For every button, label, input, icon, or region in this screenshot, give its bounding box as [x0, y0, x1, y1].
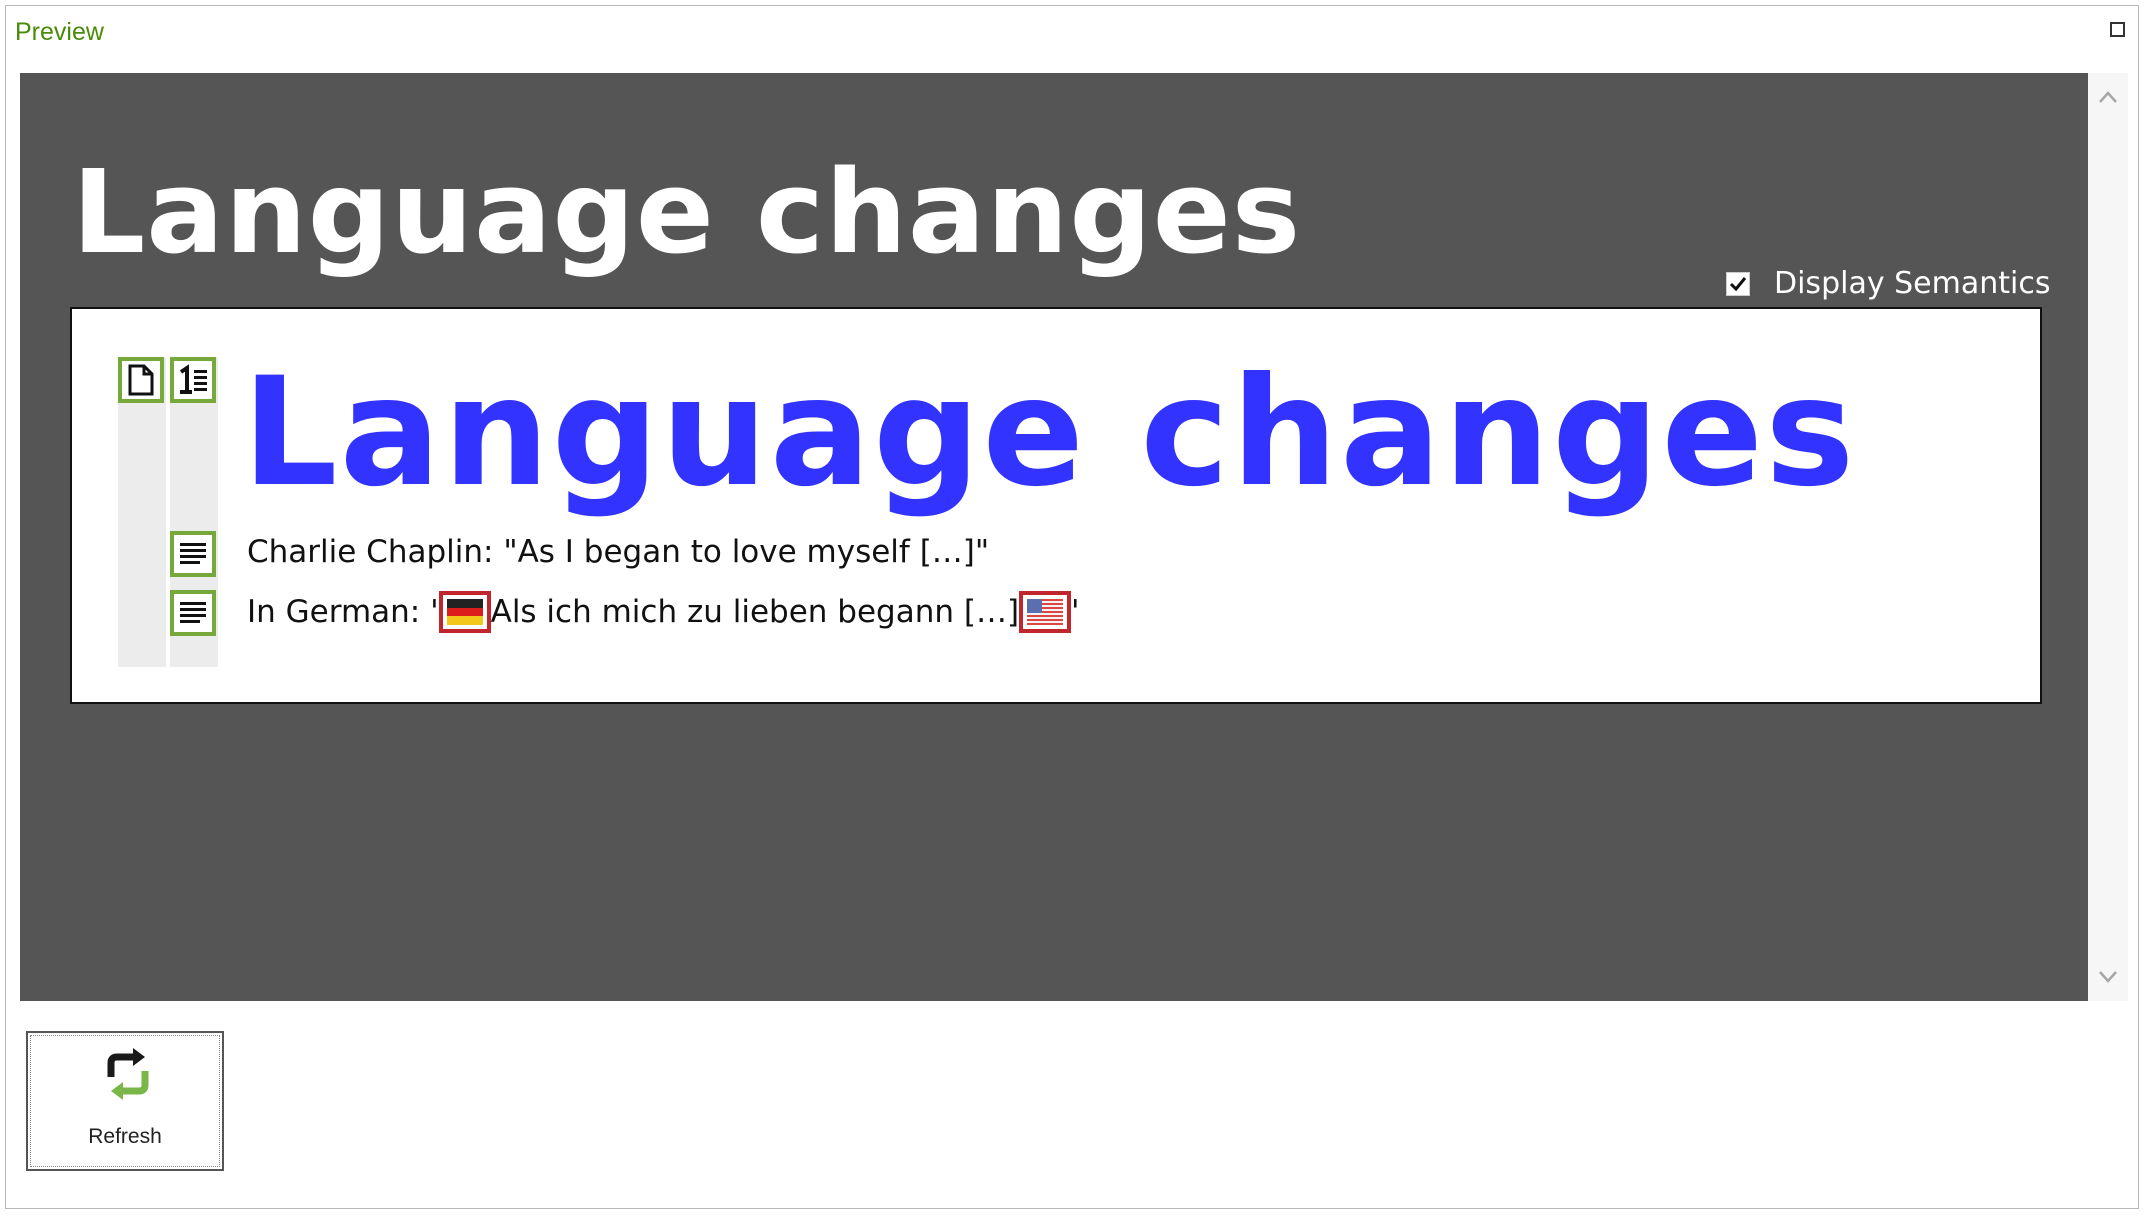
preview-viewport: Language changes Display Semantics Langu…	[20, 73, 2088, 1001]
preview-heading: Language changes	[72, 146, 1302, 280]
document-panel: Language changes Charlie Chaplin: "As I …	[70, 307, 2042, 704]
us-flag-icon[interactable]	[1019, 591, 1072, 633]
display-semantics-checkbox[interactable]	[1726, 271, 1750, 296]
german-flag-icon[interactable]	[438, 591, 491, 633]
refresh-button[interactable]: Refresh	[26, 1031, 224, 1171]
vertical-scrollbar[interactable]	[2088, 73, 2128, 1001]
german-text: Als ich mich zu lieben begann […]	[490, 594, 1020, 630]
german-prefix: In German: '	[247, 594, 439, 630]
semantic-gutter-document	[118, 357, 166, 667]
document-tag-icon[interactable]	[118, 357, 164, 403]
display-semantics-label: Display Semantics	[1774, 266, 2051, 301]
window-title: Preview	[15, 18, 104, 46]
paragraph-chaplin-quote: Charlie Chaplin: "As I began to love mys…	[247, 534, 990, 570]
paragraph-tag-icon[interactable]	[170, 590, 216, 636]
document-heading: Language changes	[242, 346, 1857, 520]
maximize-icon[interactable]	[2110, 22, 2125, 37]
german-suffix: '	[1071, 594, 1080, 630]
display-semantics-toggle[interactable]: Display Semantics	[1726, 266, 2050, 301]
heading-level-1-tag-icon[interactable]	[170, 357, 216, 403]
paragraph-german-quote: In German: ' Als ich mich zu lieben bega…	[247, 591, 1080, 633]
scroll-down-icon[interactable]	[2088, 957, 2128, 997]
paragraph-tag-icon[interactable]	[170, 531, 216, 577]
refresh-label: Refresh	[88, 1125, 162, 1148]
refresh-icon	[101, 1047, 155, 1107]
scroll-up-icon[interactable]	[2088, 77, 2128, 117]
checkmark-icon	[1729, 276, 1747, 291]
